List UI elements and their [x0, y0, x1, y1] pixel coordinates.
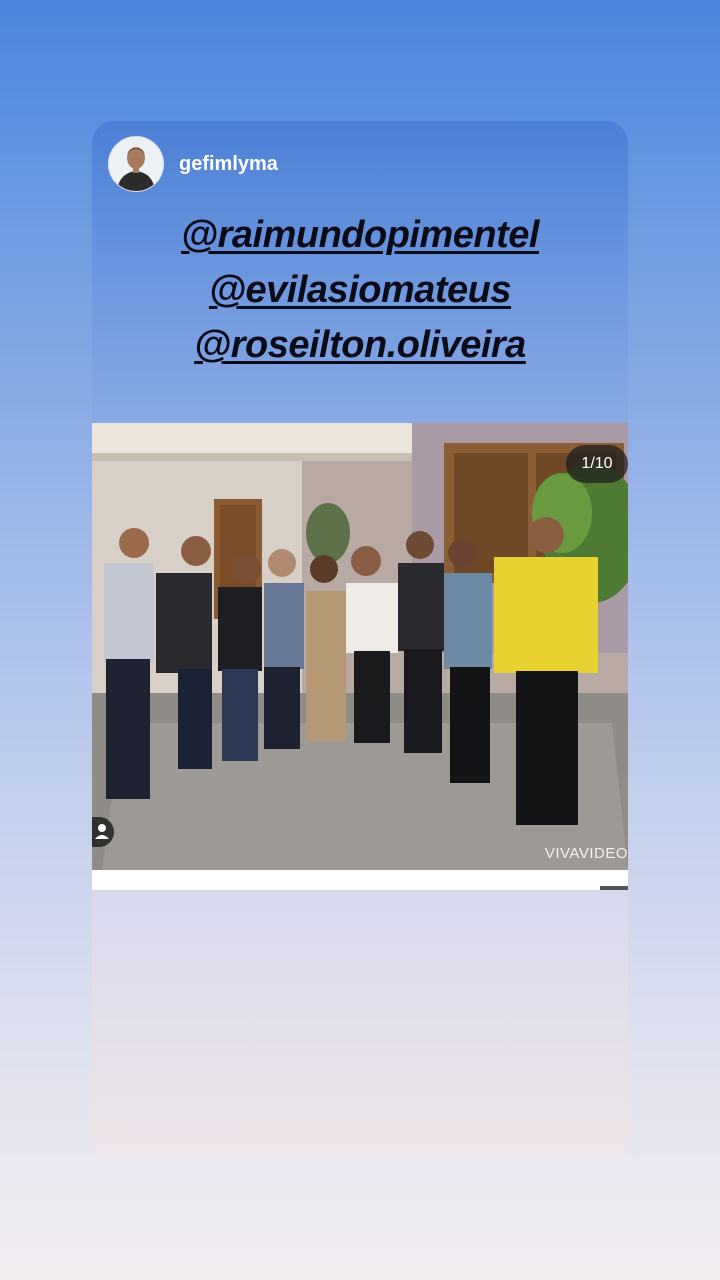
avatar-image [109, 137, 163, 191]
shared-post[interactable]: 1/10 VIVAVIDEO [92, 423, 628, 890]
username[interactable]: gefimlyma [179, 153, 278, 176]
avatar[interactable] [108, 136, 164, 192]
mention-raimundopimentel[interactable]: @raimundopimentel [92, 208, 628, 263]
slide-counter: 1/10 [566, 445, 628, 483]
footer-mark [600, 886, 628, 890]
story-card: gefimlyma @raimundopimentel @evilasiomat… [92, 121, 628, 1158]
watermark: VIVAVIDEO [544, 845, 628, 862]
post-footer [92, 870, 628, 890]
mention-list: @raimundopimentel @evilasiomateus @rosei… [92, 208, 628, 373]
group-photo[interactable]: 1/10 VIVAVIDEO [92, 423, 628, 870]
person-tag-icon[interactable] [92, 817, 114, 847]
story-header: gefimlyma [108, 136, 278, 192]
group-photo-image [92, 423, 628, 870]
mention-roseilton-oliveira[interactable]: @roseilton.oliveira [92, 318, 628, 373]
mention-evilasiomateus[interactable]: @evilasiomateus [92, 263, 628, 318]
person-tag-glyph [95, 824, 109, 839]
